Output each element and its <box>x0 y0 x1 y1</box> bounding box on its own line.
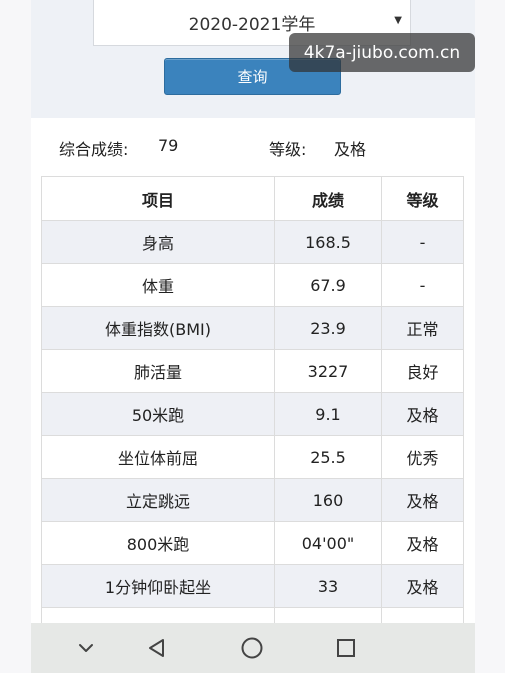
score-cell: 04'00" <box>274 521 382 565</box>
table-header-row: 项目 成绩 等级 <box>41 176 464 221</box>
system-nav-bar <box>31 623 475 673</box>
item-cell: 1分钟仰卧起坐 <box>41 564 275 608</box>
score-cell: 168.5 <box>274 220 382 264</box>
score-cell: 23.9 <box>274 306 382 350</box>
back-triangle-icon[interactable] <box>140 631 174 665</box>
caret-down-icon: ▼ <box>394 15 402 26</box>
table-row: 立定跳远 160 及格 <box>41 478 464 522</box>
recents-square-icon[interactable] <box>329 631 363 665</box>
grade-cell: 良好 <box>381 349 464 393</box>
composite-score-value: 79 <box>158 136 179 155</box>
grade-label: 等级: <box>269 140 307 159</box>
grade-cell: 及格 <box>381 478 464 522</box>
score-cell: 3227 <box>274 349 382 393</box>
watermark-banner: 4k7a-jiubo.com.cn <box>289 33 475 72</box>
home-circle-icon[interactable] <box>235 631 269 665</box>
grade-cell: 正常 <box>381 306 464 350</box>
column-header-score: 成绩 <box>274 176 382 221</box>
grade-cell: 及格 <box>381 564 464 608</box>
item-cell: 体重指数(BMI) <box>41 306 275 350</box>
table-row: 身高 168.5 - <box>41 220 464 264</box>
score-cell: 67.9 <box>274 263 382 307</box>
grade-cell: - <box>381 263 464 307</box>
grade-cell: 优秀 <box>381 435 464 479</box>
grade-value: 及格 <box>334 140 367 159</box>
column-header-grade: 等级 <box>381 176 464 221</box>
item-cell: 800米跑 <box>41 521 275 565</box>
item-cell: 身高 <box>41 220 275 264</box>
score-cell: 9.1 <box>274 392 382 436</box>
table-row: 肺活量 3227 良好 <box>41 349 464 393</box>
score-page: 2020-2021学年 ▼ 查询 综合成绩: 79 等级: 及格 项目 成绩 等… <box>31 0 475 673</box>
chevron-down-icon[interactable] <box>69 631 103 665</box>
item-cell: 50米跑 <box>41 392 275 436</box>
score-cell: 25.5 <box>274 435 382 479</box>
item-cell: 体重 <box>41 263 275 307</box>
table-row: 800米跑 04'00" 及格 <box>41 521 464 565</box>
column-header-item: 项目 <box>41 176 275 221</box>
composite-score-label: 综合成绩: <box>59 140 129 159</box>
grade-cell: 及格 <box>381 392 464 436</box>
item-cell: 坐位体前屈 <box>41 435 275 479</box>
table-row: 体重指数(BMI) 23.9 正常 <box>41 306 464 350</box>
item-cell: 肺活量 <box>41 349 275 393</box>
table-row: 坐位体前屈 25.5 优秀 <box>41 435 464 479</box>
table-row: 50米跑 9.1 及格 <box>41 392 464 436</box>
table-row: 1分钟仰卧起坐 33 及格 <box>41 564 464 608</box>
score-cell: 160 <box>274 478 382 522</box>
grade-cell: - <box>381 220 464 264</box>
scores-table: 项目 成绩 等级 身高 168.5 - 体重 67.9 - 体重指数(BMI) … <box>41 176 464 651</box>
score-cell: 33 <box>274 564 382 608</box>
year-select-value: 2020-2021学年 <box>188 15 316 35</box>
grade-cell: 及格 <box>381 521 464 565</box>
table-row: 体重 67.9 - <box>41 263 464 307</box>
item-cell: 立定跳远 <box>41 478 275 522</box>
